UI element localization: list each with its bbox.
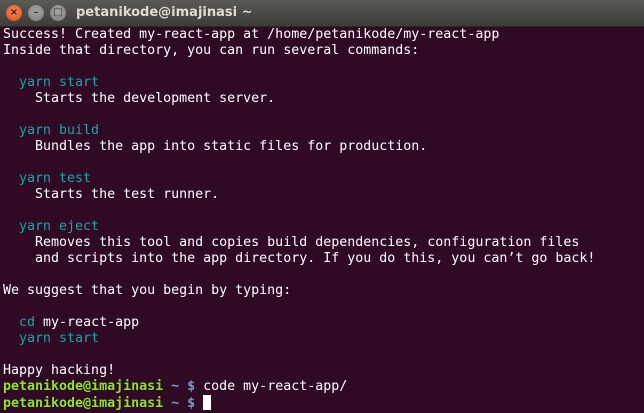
output-line: Success! Created my-react-app at /home/p… — [3, 27, 500, 42]
output-line: Inside that directory, you can run sever… — [3, 43, 420, 58]
output-line: Removes this tool and copies build depen… — [3, 235, 580, 250]
output-line: yarn start — [3, 331, 644, 347]
command-text: yarn eject — [3, 219, 100, 234]
output-line: cd my-react-app — [3, 315, 644, 331]
output-line: Starts the development server. — [3, 91, 276, 106]
terminal-output[interactable]: Success! Created my-react-app at /home/p… — [3, 27, 644, 411]
output-line: yarn test — [3, 171, 644, 187]
terminal-window: × – □ petanikode@imajinasi ~ Success! Cr… — [0, 0, 644, 413]
prompt-command: code my-react-app/ — [195, 379, 348, 394]
prompt-line: petanikode@imajinasi ~ $ code my-react-a… — [3, 379, 644, 395]
command-text: yarn start — [3, 331, 100, 346]
title-bar[interactable]: × – □ petanikode@imajinasi ~ — [0, 0, 644, 27]
prompt-path: ~ $ — [163, 379, 196, 394]
output-line: and scripts into the app directory. If y… — [3, 251, 596, 266]
prompt-command — [195, 396, 203, 411]
command-text: yarn build — [3, 123, 100, 138]
output-line: yarn start — [3, 75, 644, 91]
prompt-user: petanikode@imajinasi — [3, 379, 164, 394]
minimize-button[interactable]: – — [28, 5, 44, 21]
output-line: yarn eject — [3, 219, 644, 235]
cursor — [203, 395, 212, 410]
output-line: Starts the test runner. — [3, 187, 220, 202]
prompt-path: ~ $ — [163, 396, 196, 411]
close-button[interactable]: × — [6, 5, 22, 21]
maximize-button[interactable]: □ — [50, 5, 66, 21]
prompt-line: petanikode@imajinasi ~ $ — [3, 395, 644, 411]
output-line: yarn build — [3, 123, 644, 139]
command-text: cd — [3, 315, 36, 330]
command-text: yarn start — [3, 75, 100, 90]
prompt-user: petanikode@imajinasi — [3, 396, 164, 411]
command-arg: my-react-app — [35, 315, 140, 330]
window-title: petanikode@imajinasi ~ — [76, 5, 253, 20]
output-line: Bundles the app into static files for pr… — [3, 139, 428, 154]
output-line: We suggest that you begin by typing: — [3, 283, 292, 298]
output-line: Happy hacking! — [3, 363, 116, 378]
command-text: yarn test — [3, 171, 92, 186]
